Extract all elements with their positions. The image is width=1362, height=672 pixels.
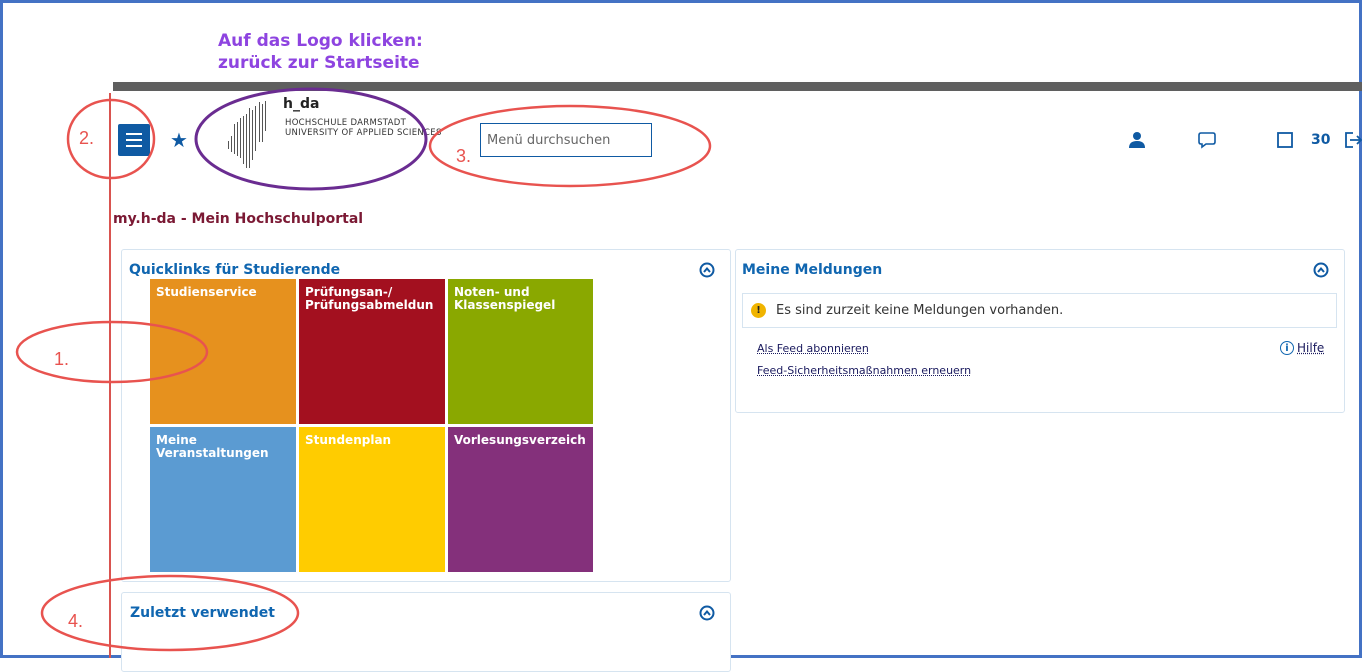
messages-title: Meine Meldungen <box>742 262 883 278</box>
tile-label: Prüfungsan-/ Prüfungsabmeldun <box>305 285 434 312</box>
logo-brand: h_da <box>283 96 320 112</box>
annotation-title: Auf das Logo klicken: zurück zur Startse… <box>218 30 423 74</box>
logo-line-1: HOCHSCHULE DARMSTADT <box>285 118 407 128</box>
logo-bars-icon <box>228 101 266 168</box>
help-label: Hilfe <box>1297 341 1325 355</box>
feed-security-link[interactable]: Feed-Sicherheitsmaßnahmen erneuern <box>757 364 971 377</box>
recent-panel <box>121 592 731 672</box>
red-guide-line <box>109 93 111 658</box>
tile-label: Studienservice <box>156 285 257 299</box>
tile-notenspiegel[interactable]: Noten- und Klassenspiegel <box>448 279 593 424</box>
checkbox-icon[interactable] <box>1276 131 1294 149</box>
messages-info-box: ! Es sind zurzeit keine Meldungen vorhan… <box>742 293 1337 328</box>
menu-search-input[interactable] <box>480 123 652 157</box>
feed-subscribe-link[interactable]: Als Feed abonnieren <box>757 342 869 355</box>
hamburger-line-icon <box>126 139 142 141</box>
hamburger-line-icon <box>126 133 142 135</box>
help-link[interactable]: i Hilfe <box>1280 341 1324 355</box>
tile-studienservice[interactable]: Studienservice <box>150 279 296 424</box>
hamburger-line-icon <box>126 145 142 147</box>
user-icon[interactable] <box>1128 131 1146 149</box>
messages-info-text: Es sind zurzeit keine Meldungen vorhande… <box>776 303 1064 318</box>
favorite-star-icon[interactable]: ★ <box>170 130 188 150</box>
portal-title: my.h-da - Mein Hochschulportal <box>113 211 364 227</box>
annotation-marker-4: 4. <box>68 611 84 631</box>
tile-label: Meine Veranstaltungen <box>156 433 269 460</box>
annotation-line-1: Auf das Logo klicken: <box>218 31 423 51</box>
tile-meine-veranstaltungen[interactable]: Meine Veranstaltungen <box>150 427 296 572</box>
tile-vorlesungsverzeichnis[interactable]: Vorlesungsverzeich <box>448 427 593 572</box>
hda-logo[interactable]: h_da HOCHSCHULE DARMSTADT UNIVERSITY OF … <box>225 96 455 186</box>
tile-stundenplan[interactable]: Stundenplan <box>299 427 445 572</box>
tile-label: Vorlesungsverzeich <box>454 433 586 447</box>
annotation-marker-3: 3. <box>456 146 472 166</box>
collapse-messages-icon[interactable] <box>1313 262 1329 278</box>
info-icon: ! <box>751 303 766 318</box>
collapse-recent-icon[interactable] <box>699 605 715 621</box>
chat-icon[interactable] <box>1198 131 1216 149</box>
recent-title: Zuletzt verwendet <box>130 605 275 621</box>
annotation-line-2: zurück zur Startseite <box>218 53 420 73</box>
hamburger-menu-button[interactable] <box>118 124 150 156</box>
collapse-quicklinks-icon[interactable] <box>699 262 715 278</box>
tile-label: Stundenplan <box>305 433 392 447</box>
tile-pruefungsanmeldung[interactable]: Prüfungsan-/ Prüfungsabmeldun <box>299 279 445 424</box>
notification-count: 30 <box>1311 132 1331 148</box>
annotation-marker-1: 1. <box>54 349 70 369</box>
annotation-marker-2: 2. <box>79 128 95 148</box>
quicklinks-title: Quicklinks für Studierende <box>129 262 341 278</box>
logo-line-2: UNIVERSITY OF APPLIED SCIENCES <box>285 128 442 138</box>
tile-label: Noten- und Klassenspiegel <box>454 285 556 312</box>
top-grey-bar <box>113 82 1362 91</box>
info-circle-icon: i <box>1280 341 1294 355</box>
logout-icon[interactable] <box>1344 131 1362 149</box>
